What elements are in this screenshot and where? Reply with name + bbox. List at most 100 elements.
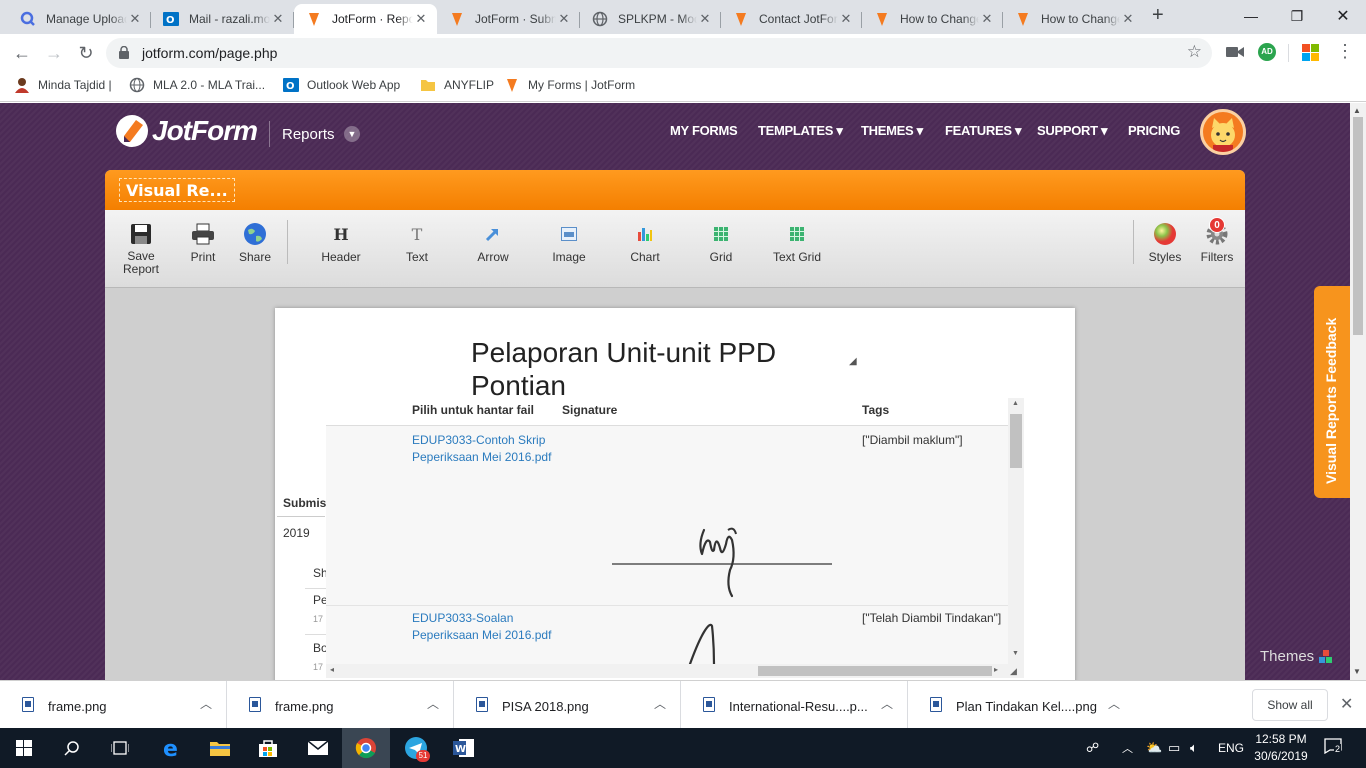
nav-templates[interactable]: TEMPLATES ▾: [758, 123, 843, 139]
file-explorer-app[interactable]: [196, 728, 244, 768]
report-title[interactable]: Visual Re...: [119, 178, 235, 202]
column-header[interactable]: Pilih untuk hantar fail: [412, 403, 534, 417]
system-clock[interactable]: 12:58 PM 30/6/2019: [1252, 731, 1310, 765]
browser-tab[interactable]: O Mail - razali.mohd ✕: [151, 4, 294, 34]
download-item[interactable]: Plan Tindakan Kel....png ︿: [908, 681, 1135, 729]
network-icon[interactable]: ⛅: [1146, 740, 1162, 756]
volume-icon[interactable]: 🔈︎: [1190, 740, 1198, 756]
scrollbar-thumb[interactable]: [1353, 117, 1363, 335]
submissions-grid[interactable]: Pilih untuk hantar fail Signature Tags E…: [326, 398, 1024, 678]
user-avatar[interactable]: [1200, 109, 1246, 155]
print-button[interactable]: Print: [173, 222, 233, 264]
bookmark-item[interactable]: ANYFLIP: [420, 77, 494, 93]
close-tab-icon[interactable]: ✕: [270, 11, 286, 27]
close-tab-icon[interactable]: ✕: [838, 11, 854, 27]
forward-arrow-icon[interactable]: →: [42, 41, 66, 65]
scrollbar-thumb[interactable]: [758, 666, 992, 676]
arrow-tool-button[interactable]: Arrow: [463, 222, 523, 264]
resize-handle-icon[interactable]: ◢: [849, 356, 857, 367]
download-item[interactable]: PISA 2018.png ︿: [454, 681, 681, 729]
task-view-button[interactable]: [96, 728, 144, 768]
scroll-right-icon[interactable]: ▸: [994, 665, 998, 674]
extension-badge[interactable]: AD: [1258, 43, 1276, 61]
close-tab-icon[interactable]: ✕: [697, 11, 713, 27]
file-link[interactable]: EDUP3033-Soalan Peperiksaan Mei 2016.pdf: [412, 610, 572, 644]
search-button[interactable]: [48, 728, 96, 768]
scroll-down-icon[interactable]: ▼: [1353, 667, 1361, 676]
close-icon[interactable]: ✕: [1340, 694, 1353, 714]
chevron-up-icon[interactable]: ︿: [427, 695, 439, 712]
office-extension-icon[interactable]: [1302, 44, 1320, 62]
display-icon[interactable]: ▭: [1168, 740, 1180, 756]
scroll-left-icon[interactable]: ◂: [330, 665, 334, 674]
download-item[interactable]: International-Resu....p... ︿: [681, 681, 908, 729]
share-button[interactable]: Share: [225, 222, 285, 264]
nav-features[interactable]: FEATURES ▾: [945, 123, 1022, 139]
close-tab-icon[interactable]: ✕: [127, 11, 143, 27]
save-report-button[interactable]: Save Report: [111, 222, 171, 276]
chrome-menu-icon[interactable]: ⋮: [1336, 41, 1354, 62]
people-icon[interactable]: ☍: [1086, 740, 1099, 756]
start-button[interactable]: [0, 728, 48, 768]
address-bar[interactable]: jotform.com/page.php ☆: [106, 38, 1212, 68]
close-tab-icon[interactable]: ✕: [413, 11, 429, 27]
browser-tab[interactable]: Contact JotForm ✕: [721, 4, 862, 34]
bookmark-item[interactable]: MLA 2.0 - MLA Trai...: [129, 77, 265, 93]
store-app[interactable]: [244, 728, 292, 768]
edge-app[interactable]: e: [148, 728, 196, 768]
chevron-up-icon[interactable]: ︿: [654, 695, 666, 712]
browser-tab[interactable]: SPLKPM - Modul ✕: [580, 4, 721, 34]
telegram-app[interactable]: 51: [392, 728, 440, 768]
nav-my-forms[interactable]: MY FORMS: [670, 123, 738, 138]
bookmark-item[interactable]: O Outlook Web App: [283, 77, 400, 93]
close-window-icon[interactable]: ✕: [1320, 0, 1366, 32]
browser-tab[interactable]: How to Change ✕: [862, 4, 1003, 34]
column-header[interactable]: Signature: [562, 403, 617, 417]
download-item[interactable]: frame.png ︿: [0, 681, 227, 729]
chevron-up-icon[interactable]: ︿: [1108, 695, 1120, 712]
grid-vertical-scrollbar[interactable]: ▲ ▼: [1008, 398, 1024, 664]
chrome-app[interactable]: [342, 728, 390, 768]
grid-resize-icon[interactable]: ◢: [1010, 666, 1017, 677]
browser-tab[interactable]: Manage Uploads ✕: [8, 4, 151, 34]
reload-icon[interactable]: ↻: [74, 41, 98, 65]
nav-themes[interactable]: THEMES ▾: [861, 123, 923, 139]
chevron-up-icon[interactable]: ︿: [200, 695, 212, 712]
scrollbar-thumb[interactable]: [1010, 414, 1022, 468]
grid-tool-button[interactable]: Grid: [691, 222, 751, 264]
jotform-logo[interactable]: JotForm: [116, 115, 258, 147]
word-app[interactable]: W: [440, 728, 488, 768]
text-tool-button[interactable]: T Text: [387, 222, 447, 265]
close-tab-icon[interactable]: ✕: [1120, 11, 1136, 27]
show-hidden-icons-chevron-icon[interactable]: ︿: [1122, 740, 1133, 756]
scroll-up-icon[interactable]: ▲: [1012, 400, 1019, 407]
grid-horizontal-scrollbar[interactable]: ◂ ▸ ◢: [326, 664, 1024, 678]
chart-tool-button[interactable]: Chart: [615, 222, 675, 264]
report-page-title[interactable]: Pelaporan Unit-unit PPD Pontian: [471, 336, 831, 402]
mail-app[interactable]: [294, 728, 342, 768]
file-link[interactable]: EDUP3033-Contoh Skrip Peperiksaan Mei 20…: [412, 432, 572, 466]
show-all-button[interactable]: Show all: [1252, 689, 1328, 721]
nav-pricing[interactable]: PRICING: [1128, 123, 1180, 138]
nav-support[interactable]: SUPPORT ▾: [1037, 123, 1108, 139]
notifications-icon[interactable]: 2: [1324, 738, 1342, 757]
browser-tab[interactable]: JotForm · Submissions ✕: [437, 4, 580, 34]
chevron-up-icon[interactable]: ︿: [881, 695, 893, 712]
text-grid-tool-button[interactable]: Text Grid: [767, 222, 827, 264]
close-tab-icon[interactable]: ✕: [556, 11, 572, 27]
scroll-down-icon[interactable]: ▼: [1012, 650, 1019, 657]
chevron-down-icon[interactable]: ▼: [344, 126, 360, 142]
scroll-up-icon[interactable]: ▲: [1353, 106, 1361, 115]
styles-button[interactable]: Styles: [1135, 222, 1195, 264]
themes-button[interactable]: Themes: [1260, 648, 1333, 665]
page-scrollbar[interactable]: ▲ ▼: [1350, 103, 1366, 680]
browser-tab[interactable]: How to Change ✕: [1003, 4, 1144, 34]
bookmark-item[interactable]: My Forms | JotForm: [504, 77, 635, 93]
feedback-tab[interactable]: Visual Reports Feedback: [1314, 286, 1350, 498]
browser-tab-active[interactable]: JotForm · Reports ✕: [294, 4, 437, 34]
minimize-window-icon[interactable]: —: [1228, 0, 1274, 32]
bookmark-star-icon[interactable]: ☆: [1187, 42, 1202, 62]
column-header[interactable]: Tags: [862, 403, 889, 417]
header-tool-button[interactable]: H Header: [311, 222, 371, 265]
back-arrow-icon[interactable]: ←: [10, 41, 34, 65]
